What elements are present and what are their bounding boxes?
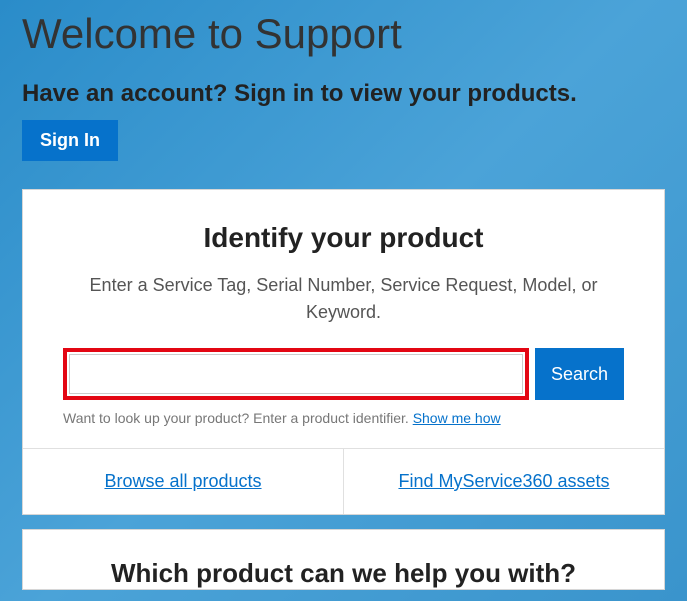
show-me-how-link[interactable]: Show me how [413,410,501,426]
find-assets-cell: Find MyService360 assets [344,449,664,514]
signin-button[interactable]: Sign In [22,120,118,161]
page-title: Welcome to Support [22,0,665,76]
help-card: Which product can we help you with? [22,529,665,590]
signin-prompt: Have an account? Sign in to view your pr… [22,76,577,112]
signin-row: Have an account? Sign in to view your pr… [22,76,665,161]
search-input-highlight [63,348,529,400]
search-row: Search [63,348,624,400]
identify-description: Enter a Service Tag, Serial Number, Serv… [63,272,624,326]
help-title: Which product can we help you with? [43,558,644,589]
browse-cell: Browse all products [23,449,344,514]
bottom-links: Browse all products Find MyService360 as… [23,448,664,514]
browse-all-products-link[interactable]: Browse all products [104,471,261,491]
search-input[interactable] [69,354,523,394]
identify-card: Identify your product Enter a Service Ta… [22,189,665,515]
identify-title: Identify your product [63,222,624,254]
find-myservice360-assets-link[interactable]: Find MyService360 assets [398,471,609,491]
lookup-hint: Want to look up your product? Enter a pr… [63,410,624,426]
lookup-hint-text: Want to look up your product? Enter a pr… [63,410,413,426]
search-button[interactable]: Search [535,348,624,400]
